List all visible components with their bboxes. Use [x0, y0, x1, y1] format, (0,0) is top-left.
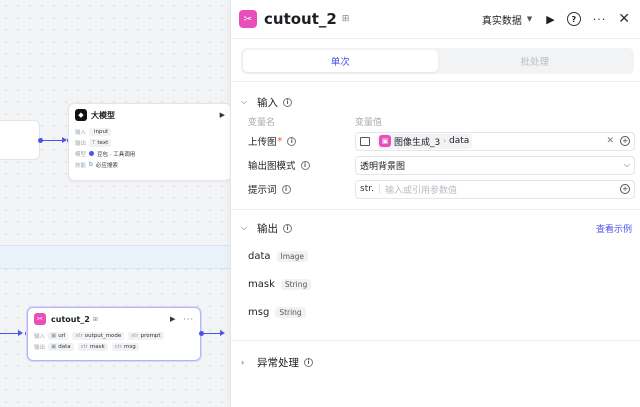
- input-column-headers: 变量名 变量值: [231, 113, 640, 129]
- caret-down-icon: ▼: [526, 15, 533, 23]
- col-value-header: 变量值: [355, 117, 383, 128]
- cutout-icon: ✂: [239, 10, 257, 28]
- arrow-icon: [220, 330, 225, 336]
- panel-header: ✂ cutout_2 ⊞ 真实数据 ▼ ▶ ? ··· ✕: [231, 0, 640, 38]
- run-node-icon[interactable]: ▶: [170, 315, 175, 323]
- image-gen-icon: ▣: [379, 135, 391, 147]
- canvas-selection-band: [0, 245, 230, 269]
- input-section-title: 输入: [257, 96, 278, 109]
- output-name: mask: [248, 278, 275, 290]
- tab-single[interactable]: 单次: [243, 50, 438, 72]
- cutout-row-outputs: 输出 ▣ data str mask str msg: [28, 341, 200, 352]
- clear-icon[interactable]: ✕: [606, 136, 614, 146]
- field-upload-image: 上传图 * i ▣ 图像生成_3 › data ✕ +: [231, 129, 640, 153]
- info-icon[interactable]: i: [287, 136, 297, 146]
- field-label: 输出图模式: [248, 161, 296, 172]
- llm-row-input: 输入 input: [69, 126, 230, 137]
- output-name: msg: [248, 306, 270, 318]
- more-icon[interactable]: ···: [183, 315, 194, 324]
- output-row: data Image: [231, 242, 640, 270]
- close-icon[interactable]: ✕: [618, 11, 630, 27]
- llm-row-skill: 技能 b 必应搜索: [75, 161, 118, 169]
- ref-var-name: data: [449, 136, 470, 146]
- required-mark: *: [277, 135, 283, 147]
- cutout-icon: ✂: [34, 313, 46, 325]
- upstream-node[interactable]: [0, 120, 40, 160]
- field-output-mode: 输出图模式 i 透明背景图 ⌵: [231, 153, 640, 177]
- field-label: 上传图: [248, 137, 277, 148]
- output-section-title: 输出: [257, 222, 278, 235]
- upload-image-ref-field[interactable]: ▣ 图像生成_3 › data ✕ +: [355, 131, 635, 151]
- llm-row-model: 模型 豆包 · 工具调用: [75, 151, 136, 158]
- data-source-label: 真实数据: [481, 15, 522, 27]
- cutout-node[interactable]: ✂ cutout_2 ⊞ ▶ ··· 输入 ▣ url str output_mod…: [27, 307, 201, 361]
- arrow-icon: [18, 330, 23, 336]
- cutout-node-title: cutout_2: [51, 314, 90, 324]
- output-row: msg String: [231, 298, 640, 326]
- llm-node-title: 大模型: [91, 110, 115, 120]
- output-type-badge: String: [275, 306, 306, 318]
- prompt-placeholder: 输入或引用参数值: [384, 185, 457, 196]
- ref-node-name: 图像生成_3: [394, 137, 441, 148]
- tab-batch[interactable]: 批处理: [438, 50, 633, 72]
- chevron-down-icon: ⌵: [241, 97, 248, 106]
- panel-title: cutout_2: [264, 10, 337, 28]
- input-section-header[interactable]: ⌵ 输入 i: [231, 91, 640, 113]
- help-icon[interactable]: ?: [566, 12, 581, 26]
- info-icon[interactable]: i: [283, 97, 292, 107]
- output-mode-value: 透明背景图: [360, 161, 406, 172]
- output-row: mask String: [231, 270, 640, 298]
- section-divider: [231, 209, 640, 210]
- llm-row-output: 输出 Ttext: [69, 137, 230, 148]
- output-section-header[interactable]: ⌵ 输出 i 查看示例: [231, 217, 640, 239]
- info-icon[interactable]: i: [283, 223, 292, 233]
- type-prefix: str.: [360, 184, 380, 194]
- data-source-dropdown[interactable]: 真实数据 ▼: [482, 12, 532, 27]
- field-label: 提示词: [248, 185, 277, 196]
- add-ref-icon[interactable]: +: [620, 184, 630, 194]
- more-icon[interactable]: ···: [593, 13, 607, 26]
- workflow-canvas[interactable]: ◆ 大模型 ▶ 输入 input 输出 Ttext 模型 豆包 · 工具调用 技…: [0, 0, 230, 407]
- chevron-right-icon: ›: [241, 357, 245, 367]
- connection-edge: [42, 140, 62, 141]
- info-icon[interactable]: i: [281, 184, 291, 194]
- exception-section-title: 异常处理: [257, 356, 299, 369]
- plugin-badge-icon: ⊞: [92, 315, 98, 323]
- output-type-badge: Image: [276, 250, 309, 262]
- ref-tag[interactable]: ▣ 图像生成_3 › data: [377, 133, 473, 149]
- info-icon[interactable]: i: [304, 357, 313, 367]
- plugin-badge-icon: ⊞: [341, 14, 350, 24]
- run-node-icon[interactable]: ▶: [220, 111, 225, 119]
- chevron-down-icon: ⌵: [241, 223, 248, 232]
- connection-edge: [204, 333, 220, 334]
- cutout-row-inputs: 输入 ▣ url str output_mode str prompt: [28, 330, 200, 341]
- image-icon: [360, 136, 370, 146]
- node-config-panel: ✂ cutout_2 ⊞ 真实数据 ▼ ▶ ? ··· ✕ 单次 批处理 ⌵ 输…: [230, 0, 640, 407]
- llm-node[interactable]: ◆ 大模型 ▶ 输入 input 输出 Ttext 模型 豆包 · 工具调用 技…: [68, 103, 230, 181]
- field-prompt: 提示词 i str. 输入或引用参数值 +: [231, 177, 640, 201]
- exception-section-header[interactable]: › 异常处理 i: [231, 351, 640, 373]
- info-icon[interactable]: i: [300, 160, 310, 170]
- chevron-down-icon: ⌵: [623, 160, 630, 169]
- col-name-header: 变量名: [248, 117, 276, 128]
- llm-icon: ◆: [75, 109, 87, 121]
- add-ref-icon[interactable]: +: [620, 136, 630, 146]
- model-icon: [89, 151, 94, 156]
- run-icon[interactable]: ▶: [546, 13, 554, 26]
- output-name: data: [248, 250, 271, 262]
- connection-edge: [0, 333, 18, 334]
- output-mode-select[interactable]: 透明背景图 ⌵: [355, 155, 635, 175]
- output-type-badge: String: [280, 278, 312, 290]
- tabs-bar: 单次 批处理: [231, 38, 640, 82]
- view-example-link[interactable]: 查看示例: [596, 222, 632, 235]
- bing-icon: b: [89, 161, 93, 168]
- prompt-input[interactable]: str. 输入或引用参数值 +: [355, 179, 635, 199]
